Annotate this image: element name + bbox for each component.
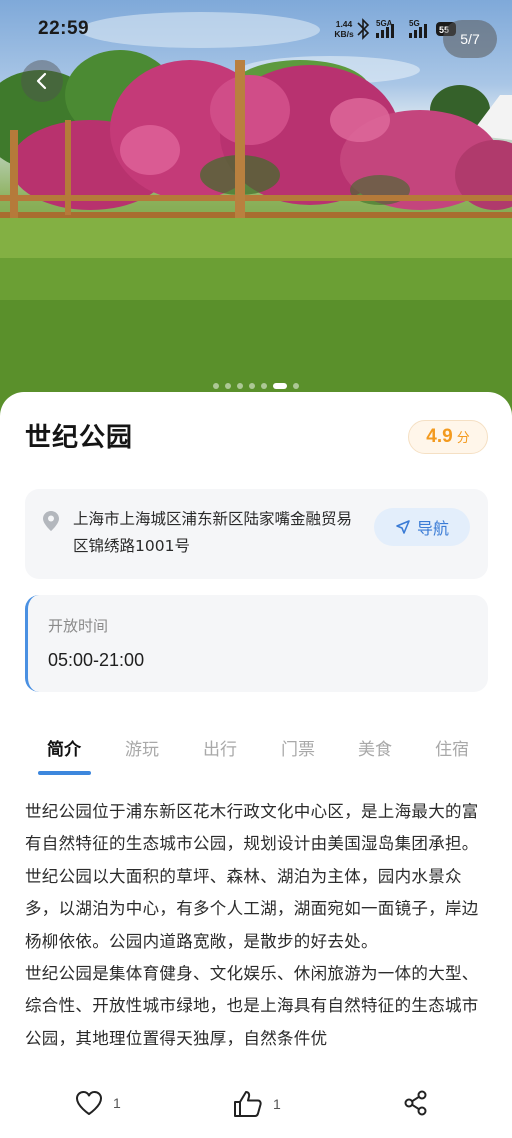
tab-play[interactable]: 游玩: [107, 735, 177, 760]
back-button[interactable]: [21, 60, 63, 102]
heart-icon: [76, 1091, 102, 1115]
tab-lodging[interactable]: 住宿: [417, 735, 487, 760]
tab-intro[interactable]: 简介: [29, 735, 99, 760]
share-button[interactable]: [403, 1090, 429, 1116]
tab-active-indicator: [38, 771, 91, 775]
carousel-dot[interactable]: [213, 383, 219, 389]
svg-text:5G: 5G: [409, 19, 420, 28]
bottom-action-bar: 1 1: [0, 1070, 512, 1138]
carousel-dot[interactable]: [225, 383, 231, 389]
place-title: 世纪公园: [25, 423, 134, 453]
carousel-dot-active[interactable]: [273, 383, 287, 389]
status-time: 22:59: [38, 18, 90, 39]
opening-hours-value: 05:00-21:00: [48, 650, 145, 670]
navigate-button[interactable]: 导航: [374, 508, 470, 546]
carousel-dot[interactable]: [237, 383, 243, 389]
thumbs-up-count: 1: [273, 1096, 281, 1112]
opening-hours-card: 开放时间 05:00-21:00: [25, 595, 488, 692]
tab-tickets[interactable]: 门票: [263, 735, 333, 760]
rating-value: 4.9: [426, 426, 453, 447]
network-speed: 1.44 KB/s: [334, 19, 354, 39]
chevron-left-icon: [36, 72, 47, 90]
opening-hours-label: 开放时间: [48, 617, 109, 635]
carousel-dot[interactable]: [249, 383, 255, 389]
tab-travel[interactable]: 出行: [185, 735, 255, 760]
like-count: 1: [113, 1095, 121, 1111]
rating-badge: 4.9 分: [408, 420, 488, 454]
thumbs-up-button[interactable]: 1: [233, 1090, 281, 1118]
status-bar: 22:59 1.44 KB/s 5GA 5G 55: [0, 0, 512, 60]
tab-food[interactable]: 美食: [340, 735, 410, 760]
carousel-dot[interactable]: [261, 383, 267, 389]
description-text: 世纪公园位于浦东新区花木行政文化中心区，是上海最大的富有自然特征的生态城市公园，…: [25, 796, 487, 1055]
bluetooth-icon: [357, 18, 370, 40]
thumbs-up-icon: [234, 1091, 262, 1117]
detail-sheet: 世纪公园 4.9 分 上海市上海城区浦东新区陆家嘴金融贸易区锦绣路1001号 导…: [0, 392, 512, 1138]
hero-photo[interactable]: [0, 0, 512, 420]
carousel-dot[interactable]: [293, 383, 299, 389]
description-paragraph: 世纪公园是集体育健身、文化娱乐、休闲旅游为一体的大型、综合性、开放性城市绿地，也…: [25, 964, 479, 1048]
image-counter: 5/7: [443, 20, 497, 58]
location-pin-icon: [43, 511, 59, 531]
description-paragraph: 世纪公园位于浦东新区花木行政文化中心区，是上海最大的富有自然特征的生态城市公园，…: [25, 802, 479, 951]
like-button[interactable]: 1: [75, 1090, 121, 1116]
navigate-label: 导航: [416, 519, 449, 538]
navigation-arrow-icon: [396, 520, 410, 534]
share-icon: [404, 1090, 427, 1116]
park-photo-illustration: [0, 12, 512, 420]
address-text: 上海市上海城区浦东新区陆家嘴金融贸易区锦绣路1001号: [73, 510, 353, 555]
rating-unit: 分: [456, 431, 470, 446]
address-card[interactable]: 上海市上海城区浦东新区陆家嘴金融贸易区锦绣路1001号 导航: [25, 489, 488, 579]
tab-bar: 简介 游玩 出行 门票 美食 住宿: [0, 727, 512, 777]
svg-text:5GA: 5GA: [376, 19, 393, 28]
carousel-dots: [0, 383, 512, 391]
